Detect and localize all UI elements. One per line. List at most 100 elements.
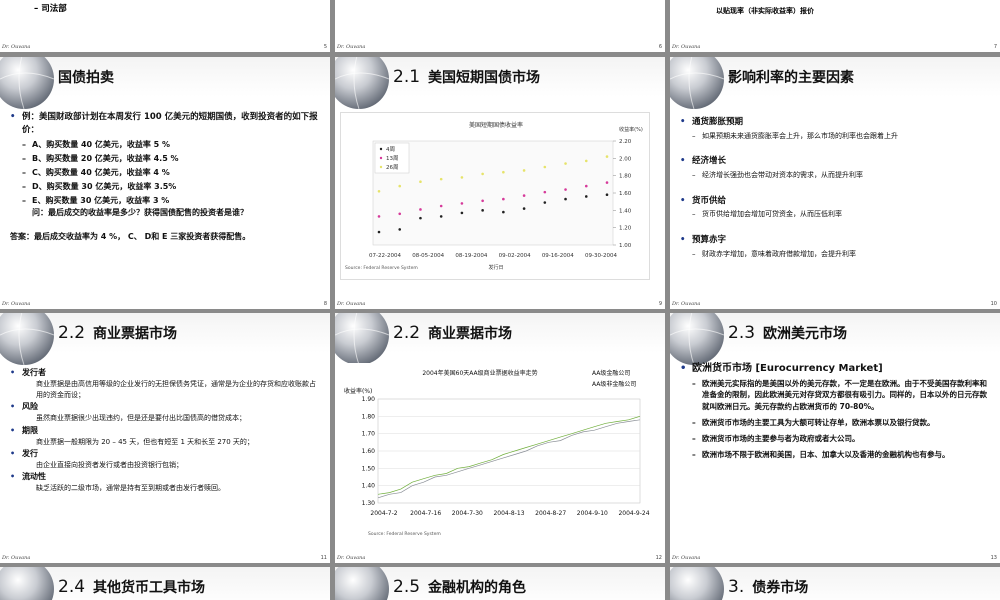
treasury-yield-chart-svg: 美国短期国债收益率收益率(%) 1.00 1.20 1.40 1.60 1.80 2.00 2… xyxy=(345,121,643,271)
y-tick-label: 1.80 xyxy=(619,174,632,180)
data-point xyxy=(605,155,609,158)
factor-heading: 预算赤字 xyxy=(680,234,990,247)
globe-icon xyxy=(670,567,724,600)
eurocurrency-detail: 欧洲货币市场的主要参与者为政府或者大公司。 xyxy=(680,433,990,445)
x-tick-label: 2004-9-24 xyxy=(618,510,649,517)
data-point xyxy=(377,215,381,218)
slide-9[interactable]: 2.1 美国短期国债市场 美国短期国债收益率 收益率(%) 1.00 1.20 1.40 1… xyxy=(335,57,665,309)
chart-source: Source: Federal Reserve System xyxy=(345,265,418,271)
slide-5[interactable]: – 司法部 Dr. Ouvana 5 xyxy=(0,0,330,52)
data-point xyxy=(439,177,443,181)
legend-marker xyxy=(379,156,383,160)
slide-6[interactable]: Dr. Ouvana 6 xyxy=(335,0,665,52)
legend-label: 26周 xyxy=(386,164,399,171)
slide-title: 国债拍卖 xyxy=(58,70,114,86)
data-point xyxy=(502,210,505,214)
bid-item: C、购买数量 40 亿美元，收益率 4 % xyxy=(10,167,320,179)
slide-7[interactable]: 以贴现率（非实际收益率）报价 Dr. Ouvana 7 xyxy=(670,0,1000,52)
factor-detail: 财政赤字增加，意味着政府借款增加，会提升利率 xyxy=(680,249,990,260)
data-point xyxy=(564,188,567,191)
y-tick-label: 2.00 xyxy=(619,156,632,162)
treasury-yield-chart: 美国短期国债收益率 收益率(%) 1.00 1.20 1.40 1.60 1.80 2.00 2… xyxy=(340,112,650,280)
cp-detail: 商业票据一般期限为 20 – 45 天，但也有短至 1 天和长至 270 天的； xyxy=(36,437,254,446)
x-tick-label: 2004-8-27 xyxy=(535,510,566,517)
data-point xyxy=(522,169,526,172)
data-point xyxy=(605,193,609,197)
slide-15[interactable]: 2.5 金融机构的角色 xyxy=(335,567,665,600)
question-text: 问：最后成交的收益率是多少？获得国债配售的投资者是谁？ xyxy=(32,207,248,217)
x-tick-label: 2004-8-13 xyxy=(493,510,524,517)
slide-10[interactable]: 影响利率的主要因素 通货膨胀预期 如果预期未来通货膨胀率会上升，那么市场的利率也… xyxy=(670,57,1000,309)
title-text: 其他货币工具市场 xyxy=(93,580,206,596)
page-number: 9 xyxy=(658,301,662,307)
footer-author: Dr. Ouvana xyxy=(2,555,31,561)
slide-16[interactable]: 3. 债券市场 xyxy=(670,567,1000,600)
slide-title: 2.2 商业票据市场 xyxy=(393,323,512,343)
y-axis-label: 收益率(%) xyxy=(619,126,643,133)
factor-detail: 如果预期未来通货膨胀率会上升，那么市场的利率也会跟着上升 xyxy=(680,131,990,142)
footer-author: Dr. Ouvana xyxy=(672,555,701,561)
page-number: 10 xyxy=(990,301,997,307)
data-point xyxy=(398,184,402,188)
slide-title: 3. 债券市场 xyxy=(728,577,808,597)
slide-text: – 司法部 xyxy=(34,4,67,14)
y-tick-label: 1.50 xyxy=(362,465,376,472)
cp-heading: 发行者 xyxy=(10,367,320,379)
section-number: 2.1 xyxy=(393,67,421,87)
slide-title: 2.2 商业票据市场 xyxy=(58,323,177,343)
cp-heading: 流动性 xyxy=(10,471,320,483)
x-tick-label: 09-02-2004 xyxy=(499,253,531,259)
data-point xyxy=(460,176,464,179)
slide-14[interactable]: 2.4 其他货币工具市场 xyxy=(0,567,330,600)
page-number: 7 xyxy=(993,44,997,50)
eurocurrency-heading: 欧洲货币市场 [Eurocurrency Market] xyxy=(680,361,990,376)
footer-author: Dr. Ouvana xyxy=(337,44,366,50)
title-text: 美国短期国债市场 xyxy=(428,70,541,86)
data-point xyxy=(543,190,547,194)
slide-8[interactable]: 国债拍卖 例：美国财政部计划在本周发行 100 亿美元的短期国债，收到投资者的如… xyxy=(0,57,330,309)
data-point xyxy=(502,197,505,201)
page-number: 13 xyxy=(990,555,997,561)
slide-11[interactable]: 2.2 商业票据市场 发行者 商业票据是由高信用等级的企业发行的无担保债务凭证，通… xyxy=(0,313,330,563)
cp-detail: 商业票据是由高信用等级的企业发行的无担保债务凭证，通常是为企业的存货和应收账款占… xyxy=(36,380,316,400)
data-point xyxy=(419,208,422,211)
chart-title: 2004年美国60天AA级商业票据收益率走势 xyxy=(422,369,537,377)
y-tick-label: 1.80 xyxy=(362,413,376,420)
y-tick-label: 1.20 xyxy=(619,226,632,232)
title-text: 欧洲美元市场 xyxy=(763,326,848,342)
data-point xyxy=(543,201,547,204)
data-point xyxy=(398,212,402,216)
chart-title: 美国短期国债收益率 xyxy=(469,121,523,129)
footer-author: Dr. Ouvana xyxy=(337,301,366,307)
data-point xyxy=(377,230,381,234)
legend-label: AA级金融公司 xyxy=(592,369,630,377)
slide-12[interactable]: 2.2 商业票据市场 2004年美国60天AA级商业票据收益率走势收益率(%) 1.… xyxy=(335,313,665,563)
page-number: 11 xyxy=(320,555,327,561)
legend-marker xyxy=(379,147,383,151)
cp-detail: 虽然商业票据很少出现违约，但是还是要付出比国债高的借贷成本； xyxy=(36,414,246,423)
x-tick-label: 2004-7-2 xyxy=(370,510,397,517)
legend-label: 4周 xyxy=(386,146,395,153)
data-point xyxy=(460,202,464,205)
factor-heading: 通货膨胀预期 xyxy=(680,116,990,129)
bid-item: E、购买数量 30 亿美元，收益率 3 % xyxy=(10,195,320,207)
page-number: 6 xyxy=(658,44,662,50)
y-tick-label: 1.70 xyxy=(362,431,376,438)
section-number: 2.5 xyxy=(393,577,421,597)
slide-13[interactable]: 2.3 欧洲美元市场 欧洲货币市场 [Eurocurrency Market] 欧… xyxy=(670,313,1000,563)
data-point xyxy=(377,189,381,193)
bid-item: A、购买数量 40 亿美元，收益率 5 % xyxy=(10,139,320,151)
y-axis-label: 收益率(%) xyxy=(344,387,372,395)
y-tick-label: 1.30 xyxy=(362,500,376,507)
x-tick-label: 2004-7-16 xyxy=(410,510,441,517)
data-point xyxy=(584,159,588,163)
globe-icon xyxy=(0,313,55,366)
eurocurrency-detail: 欧洲市场不限于欧洲和美国，日本、加拿大以及香港的金融机构也有参与。 xyxy=(680,449,990,461)
slide-title: 2.1 美国短期国债市场 xyxy=(393,67,540,87)
footer-author: Dr. Ouvana xyxy=(672,44,701,50)
factor-heading: 货币供给 xyxy=(680,195,990,208)
eurocurrency-detail: 欧洲货币市场的主要工具为大额可转让存单，欧洲本票以及银行贷款。 xyxy=(680,417,990,429)
data-point xyxy=(564,162,567,165)
data-point xyxy=(564,197,567,201)
section-number: 2.2 xyxy=(393,323,421,343)
